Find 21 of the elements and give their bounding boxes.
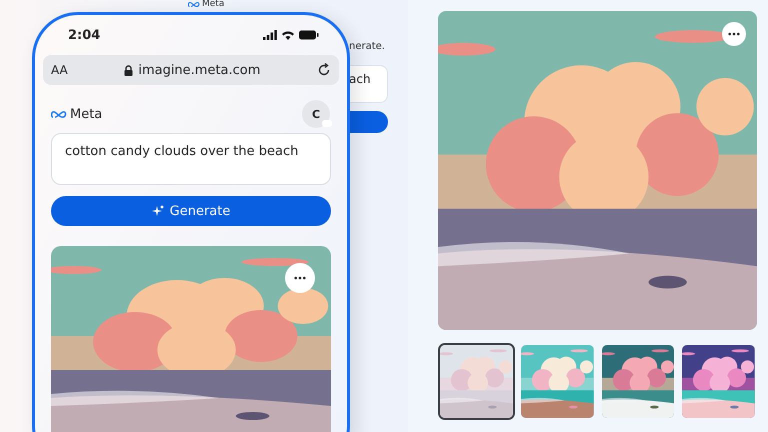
prompt-field[interactable]: cotton candy clouds over the beach (51, 133, 331, 185)
brand-icon (51, 110, 67, 118)
status-time: 2:04 (68, 28, 100, 42)
battery-icon (299, 30, 319, 40)
wifi-icon (281, 30, 295, 40)
avatar[interactable]: C (302, 100, 330, 128)
more-icon (728, 32, 740, 36)
url-text: imagine.meta.com (138, 62, 260, 78)
generate-button[interactable] (349, 111, 388, 133)
address-bar[interactable]: AA imagine.meta.com (43, 55, 339, 85)
generate-button[interactable]: Generate (51, 196, 331, 226)
prompt-field[interactable]: ach (349, 65, 388, 103)
signal-icon (263, 30, 277, 40)
sparkle-icon (152, 205, 164, 217)
text-size-button[interactable]: AA (51, 63, 68, 77)
brand-name: Meta (70, 106, 102, 122)
lock-icon (124, 64, 134, 76)
reload-icon[interactable] (317, 63, 331, 77)
hint-text: nerate. (349, 41, 385, 52)
more-icon (294, 276, 306, 280)
logo-icon (188, 1, 200, 8)
